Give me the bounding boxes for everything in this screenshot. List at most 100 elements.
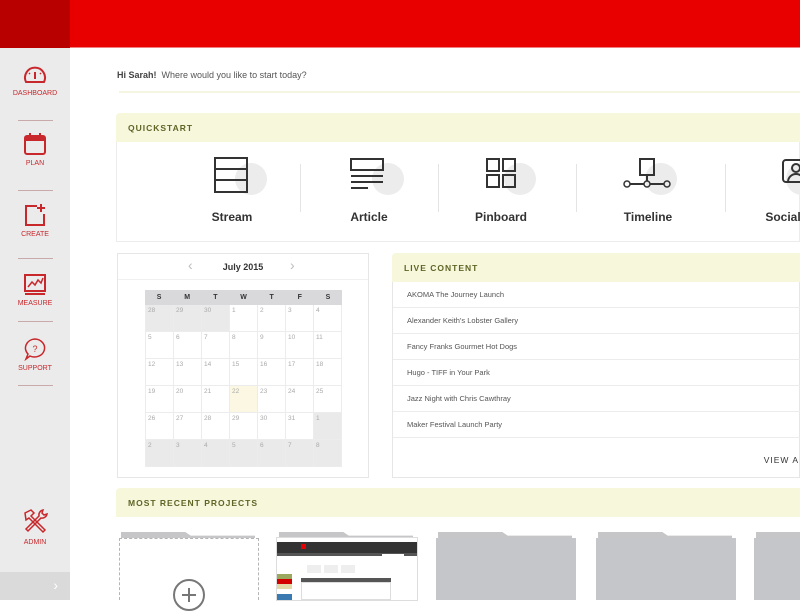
calendar-week: 12 13 14 15 16 17 18 xyxy=(145,359,342,386)
quickstart-label: Pinboard xyxy=(474,210,527,224)
calendar-day[interactable]: 2 xyxy=(258,305,286,332)
calendar-day[interactable]: 4 xyxy=(314,305,342,332)
tools-icon xyxy=(24,509,48,534)
calendar-day[interactable]: 9 xyxy=(258,332,286,359)
calendar-day[interactable]: 28 xyxy=(202,413,230,440)
calendar-day[interactable]: 7 xyxy=(286,440,314,467)
sidebar-item-dashboard[interactable]: DASHBOARD xyxy=(0,64,70,97)
calendar-day[interactable]: 1 xyxy=(230,305,258,332)
quickstart-timeline[interactable]: Timeline xyxy=(583,142,713,242)
chevron-right-icon[interactable]: › xyxy=(290,257,295,273)
article-icon xyxy=(350,158,384,189)
list-item[interactable]: Jazz Night with Chris Cawthray xyxy=(393,386,800,412)
list-item[interactable]: Fancy Franks Gourmet Hot Dogs xyxy=(393,334,800,360)
calendar-day[interactable]: 26 xyxy=(145,413,174,440)
speedometer-icon xyxy=(24,66,46,83)
calendar-day[interactable]: 25 xyxy=(314,386,342,413)
calendar-day[interactable]: 7 xyxy=(202,332,230,359)
weekday-label: T xyxy=(269,294,274,301)
project-folder[interactable] xyxy=(754,532,800,600)
quickstart-article[interactable]: Article xyxy=(304,142,434,242)
quickstart-social[interactable]: Social xyxy=(718,142,800,242)
calendar-day[interactable]: 15 xyxy=(230,359,258,386)
sidebar-item-plan[interactable]: PLAN xyxy=(0,132,70,167)
calendar-day[interactable]: 28 xyxy=(145,305,174,332)
calendar-day[interactable]: 24 xyxy=(286,386,314,413)
quickstart-label: Timeline xyxy=(623,210,673,224)
greeting-name: Hi Sarah! xyxy=(117,70,157,80)
list-item[interactable]: Alexander Keith's Lobster Gallery xyxy=(393,308,800,334)
calendar-day[interactable]: 30 xyxy=(202,305,230,332)
calendar-day[interactable]: 20 xyxy=(174,386,202,413)
calendar-week: 19 20 21 22 23 24 25 xyxy=(145,386,342,413)
calendar-icon xyxy=(24,133,46,155)
list-item[interactable]: Maker Festival Launch Party xyxy=(393,412,800,438)
calendar-day[interactable]: 8 xyxy=(314,440,342,467)
divider xyxy=(576,164,577,212)
thumb-search xyxy=(382,554,404,557)
list-item[interactable]: Hugo - TIFF in Your Park xyxy=(393,360,800,386)
sidebar-item-support[interactable]: ? SUPPORT xyxy=(0,337,70,372)
calendar-day[interactable]: 31 xyxy=(286,413,314,440)
weekday-label: F xyxy=(297,294,302,301)
sidebar-item-label: DASHBOARD xyxy=(12,90,58,97)
folder-body xyxy=(119,538,259,611)
calendar-day[interactable]: 14 xyxy=(202,359,230,386)
calendar-day[interactable]: 21 xyxy=(202,386,230,413)
divider xyxy=(18,385,53,386)
calendar-day[interactable]: 5 xyxy=(145,332,174,359)
calendar-day[interactable]: 18 xyxy=(314,359,342,386)
calendar-day[interactable]: 23 xyxy=(258,386,286,413)
social-icon xyxy=(782,159,800,183)
new-project-folder[interactable] xyxy=(119,532,259,611)
divider xyxy=(18,258,53,259)
calendar-day[interactable]: 29 xyxy=(230,413,258,440)
calendar-day[interactable]: 27 xyxy=(174,413,202,440)
thumb-card xyxy=(277,594,292,600)
calendar-week: 2345678 xyxy=(145,440,342,467)
calendar-day[interactable]: 3 xyxy=(286,305,314,332)
quickstart-header: QUICKSTART xyxy=(116,113,800,142)
calendar-day[interactable]: 12 xyxy=(145,359,174,386)
divider xyxy=(18,190,53,191)
quickstart-pinboard[interactable]: Pinboard xyxy=(436,142,566,242)
sidebar-item-create[interactable]: CREATE xyxy=(0,203,70,238)
create-plus-icon xyxy=(25,204,45,226)
sidebar-item-measure[interactable]: MEASURE xyxy=(0,272,70,307)
sidebar-item-admin[interactable]: ADMIN xyxy=(0,507,70,546)
calendar-grid: SMTWTFS 28 29 30 1 2 3 4 5 6 7 8 9 10 11 12 13 14 15 16 17 1… xyxy=(145,290,342,467)
project-folder[interactable] xyxy=(596,532,736,600)
project-folder[interactable] xyxy=(436,532,576,600)
calendar-day[interactable]: 13 xyxy=(174,359,202,386)
calendar-day[interactable]: 6 xyxy=(258,440,286,467)
calendar-day[interactable]: 19 xyxy=(145,386,174,413)
calendar-day[interactable]: 4 xyxy=(202,440,230,467)
calendar-day[interactable]: 1 xyxy=(314,413,342,440)
calendar-day[interactable]: 5 xyxy=(230,440,258,467)
calendar-day[interactable]: 2 xyxy=(145,440,174,467)
sidebar-collapse-toggle[interactable]: › xyxy=(0,572,70,600)
calendar-day[interactable]: 30 xyxy=(258,413,286,440)
calendar-widget: ‹ July 2015 › SMTWTFS 28 29 30 1 2 3 4 5 6 7 8 9 10 1… xyxy=(117,253,369,478)
chevron-right-icon: › xyxy=(53,577,58,593)
calendar-day[interactable]: 8 xyxy=(230,332,258,359)
calendar-day[interactable]: 11 xyxy=(314,332,342,359)
calendar-day[interactable]: 6 xyxy=(174,332,202,359)
weekday-label: S xyxy=(156,294,162,301)
sidebar-item-label: SUPPORT xyxy=(18,365,52,372)
thumb-content xyxy=(301,582,391,600)
calendar-week: 5 6 7 8 9 10 11 xyxy=(145,332,342,359)
weekday-label: W xyxy=(240,294,247,301)
calendar-day[interactable]: 10 xyxy=(286,332,314,359)
calendar-day[interactable]: 3 xyxy=(174,440,202,467)
project-folder[interactable] xyxy=(277,532,417,600)
list-item[interactable]: AKOMA The Journey Launch xyxy=(393,282,800,308)
logo-block[interactable] xyxy=(0,0,70,48)
calendar-day[interactable]: 29 xyxy=(174,305,202,332)
view-all-link[interactable]: VIEW A xyxy=(764,455,799,465)
calendar-week: 28 29 30 1 2 3 4 xyxy=(145,305,342,332)
calendar-day[interactable]: 17 xyxy=(286,359,314,386)
quickstart-stream[interactable]: Stream xyxy=(167,142,297,242)
calendar-day[interactable]: 16 xyxy=(258,359,286,386)
calendar-day-today[interactable]: 22 xyxy=(230,386,258,413)
